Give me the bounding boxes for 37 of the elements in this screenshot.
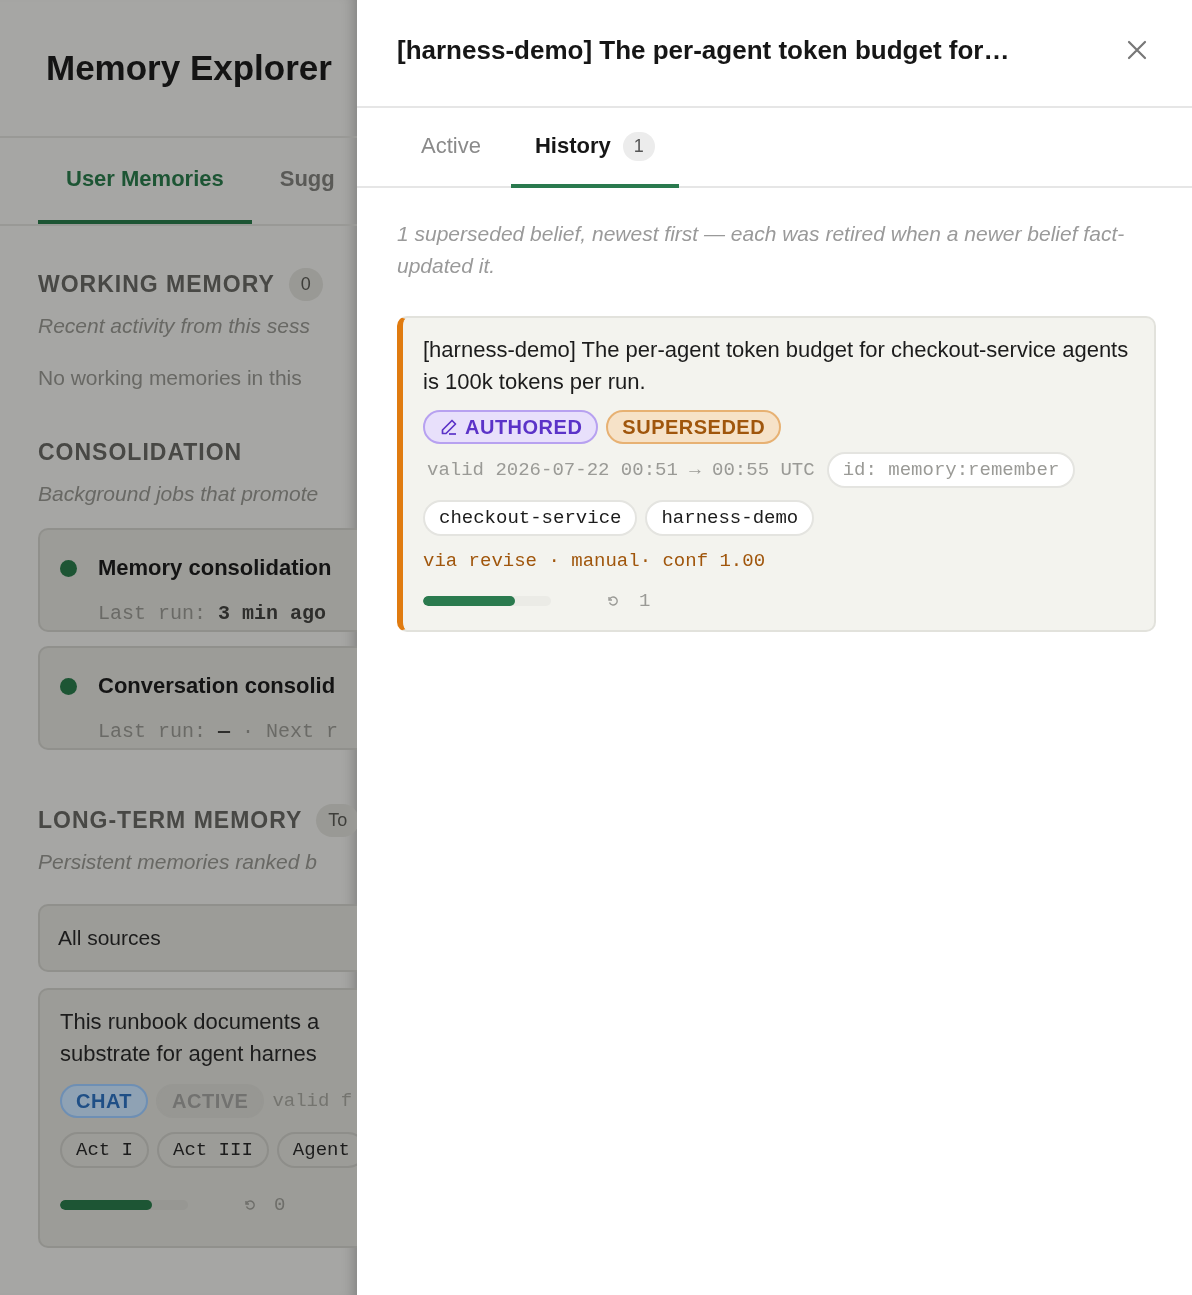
section-heading: WORKING MEMORY xyxy=(38,270,275,298)
tab[interactable]: User Memories xyxy=(38,138,252,224)
section-description: Background jobs that promote xyxy=(38,482,320,506)
tag: Act I xyxy=(60,1132,149,1168)
section-description: Persistent memories ranked b xyxy=(38,850,318,874)
validity-text: valid 2026-07-22 00:51 → 00:55 UTC xyxy=(426,459,815,481)
job-name: Conversation consolid xyxy=(98,673,337,700)
tag: checkout-service xyxy=(423,500,638,536)
section-heading: LONG-TERM MEMORY xyxy=(38,806,303,834)
source-filter-select[interactable]: All sources xyxy=(38,904,357,972)
tag: Agent xyxy=(276,1132,357,1168)
memory-badge: AUTHORED xyxy=(423,410,599,444)
empty-message: No working memories in this xyxy=(38,366,303,390)
job-name: Memory consolidation xyxy=(98,555,333,582)
memory-text: [harness-demo] The per-agent token budget for checkout-service agents is 100k tokens per run. xyxy=(423,336,1130,396)
section-description: Recent activity from this sess xyxy=(38,314,311,338)
tab[interactable]: Active xyxy=(397,108,505,188)
memory-badge: CHAT xyxy=(60,1084,149,1118)
status-dot xyxy=(60,677,77,695)
revision-icon xyxy=(244,1199,256,1211)
count-badge: 0 xyxy=(288,267,323,301)
status-dot xyxy=(60,559,77,577)
drawer-title: [harness-demo] The per-agent token budget for… xyxy=(397,34,1010,66)
revision-count: 1 xyxy=(639,590,651,612)
revision-icon xyxy=(607,595,619,607)
tab[interactable]: Sugg xyxy=(255,138,335,224)
count-badge: To xyxy=(316,803,357,837)
id-chip: id: memory:remember xyxy=(826,452,1076,488)
memory-badge: SUPERSEDED xyxy=(606,410,782,444)
tab[interactable]: History 1 xyxy=(510,108,679,188)
tag: Act III xyxy=(157,1132,269,1168)
tag: harness-demo xyxy=(645,500,815,536)
history-description: 1 superseded belief, newest first — each was retired when a newer belief fact-updated it. xyxy=(397,221,1126,279)
memory-text: This runbook documents a substrate for agent harnes xyxy=(60,1008,321,1068)
section-heading: CONSOLIDATION xyxy=(38,438,243,466)
provenance-text: via revise · manual· conf 1.00 xyxy=(423,550,766,572)
page-title: Memory Explorer xyxy=(46,48,332,88)
